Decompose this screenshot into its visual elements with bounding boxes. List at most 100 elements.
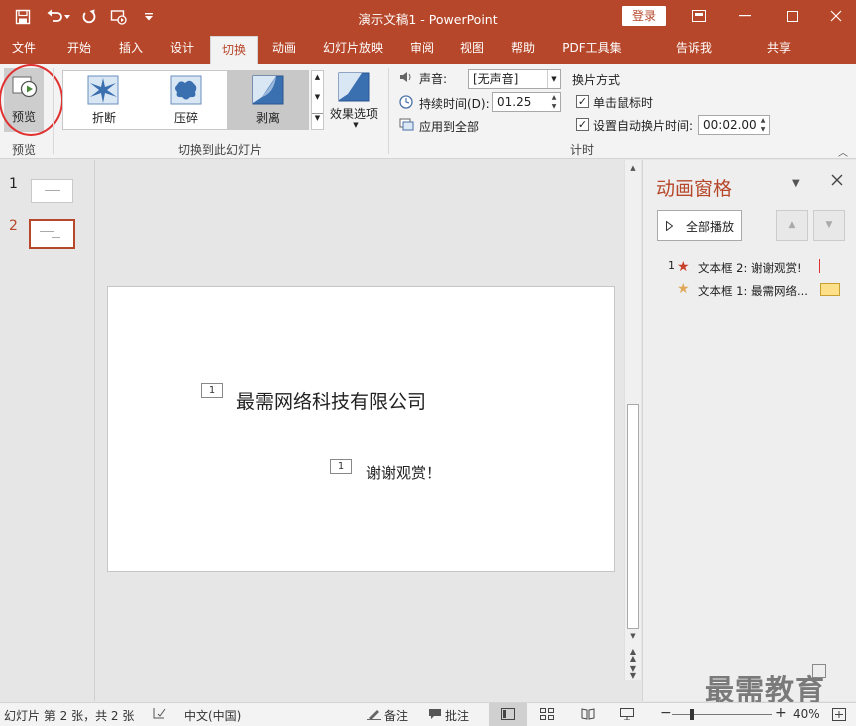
redo-icon[interactable] <box>78 7 100 27</box>
thumbnail-text-line <box>40 231 54 232</box>
gallery-up-icon[interactable]: ▲ <box>312 73 323 81</box>
notes-icon <box>367 708 381 720</box>
notes-button[interactable]: 备注 <box>384 707 408 724</box>
after-time-field[interactable]: 00:02.00 ▲ ▼ <box>698 115 770 135</box>
gallery-down-icon[interactable]: ▼ <box>312 93 323 101</box>
transition-crush[interactable]: 压碎 <box>145 71 227 129</box>
slideshow-view-icon[interactable] <box>620 708 634 720</box>
close-icon[interactable] <box>816 3 856 29</box>
duration-label: 持续时间(D): <box>419 97 490 111</box>
tab-animations[interactable]: 动画 <box>262 34 306 64</box>
on-click-checkbox[interactable]: ✓ <box>576 95 589 108</box>
transitions-group-label: 切换到此幻灯片 <box>177 143 262 157</box>
tab-insert[interactable]: 插入 <box>109 34 153 64</box>
tab-review[interactable]: 审阅 <box>400 34 444 64</box>
save-icon[interactable] <box>12 7 34 27</box>
tab-design[interactable]: 设计 <box>160 34 204 64</box>
sound-dropdown-icon[interactable]: ▼ <box>547 70 560 88</box>
star-entrance-icon: ★ <box>677 281 690 297</box>
apply-to-all-button[interactable]: 应用到全部 <box>419 118 479 135</box>
next-slide-icon[interactable]: ▼ ▼ <box>626 665 640 680</box>
slide-text-company[interactable]: 最需网络科技有限公司 <box>236 387 426 414</box>
language-indicator[interactable]: 中文(中国) <box>184 707 241 724</box>
zoom-out-button[interactable]: − <box>660 705 672 721</box>
scroll-down-icon[interactable]: ▼ <box>626 632 640 640</box>
collapse-ribbon-icon[interactable]: ︿ <box>838 144 848 159</box>
pane-close-icon[interactable] <box>831 174 843 186</box>
tell-me-search[interactable]: 告诉我 <box>670 34 718 64</box>
zoom-slider-thumb[interactable] <box>690 709 694 720</box>
fit-slide-icon[interactable] <box>832 708 846 721</box>
previous-slide-icon[interactable]: ▲ ▲ <box>626 648 640 663</box>
customize-icon[interactable] <box>138 7 160 27</box>
gallery-more-icon[interactable]: ▼ <box>312 113 323 122</box>
maximize-icon[interactable] <box>772 3 812 29</box>
effect-options-button[interactable]: 效果选项 ▼ <box>327 68 381 134</box>
slide-thumbnail[interactable] <box>31 179 73 203</box>
scrollbar-thumb[interactable] <box>627 404 639 629</box>
play-all-label: 全部播放 <box>686 220 735 234</box>
animation-list-item[interactable]: 1 ★ 文本框 2: 谢谢观赏! <box>643 257 856 279</box>
sound-value: [无声音] <box>473 72 519 86</box>
play-all-button[interactable]: 全部播放 <box>657 210 742 241</box>
vertical-scrollbar[interactable]: ▲ ▼ ▲ ▲ ▼ ▼ <box>624 160 641 680</box>
fit-to-window-icon[interactable] <box>812 664 826 678</box>
after-label: 设置自动换片时间: <box>593 119 694 133</box>
tab-slideshow[interactable]: 幻灯片放映 <box>317 34 389 64</box>
duration-spinner[interactable]: ▲ ▼ <box>548 93 560 111</box>
apply-all-icon <box>399 118 415 132</box>
zoom-in-button[interactable]: + <box>775 705 787 721</box>
tab-home[interactable]: 开始 <box>57 34 101 64</box>
timeline-bar <box>820 283 840 296</box>
transition-break[interactable]: 折断 <box>63 71 145 129</box>
crush-transition-icon <box>170 75 202 105</box>
undo-dropdown-icon[interactable] <box>62 7 72 27</box>
break-transition-icon <box>87 75 119 105</box>
after-time-spinner[interactable]: ▲ ▼ <box>757 116 769 134</box>
spell-check-icon[interactable] <box>152 706 166 720</box>
animation-order-tag[interactable]: 1 <box>330 459 352 474</box>
tab-help[interactable]: 帮助 <box>501 34 545 64</box>
zoom-level[interactable]: 40% <box>793 707 820 721</box>
login-button[interactable]: 登录 <box>622 6 666 26</box>
duration-value: 01.25 <box>497 95 532 109</box>
star-entrance-icon: ★ <box>677 259 690 275</box>
start-from-beginning-icon[interactable] <box>108 7 130 27</box>
group-divider <box>388 68 389 154</box>
normal-view-button[interactable] <box>489 703 527 726</box>
reading-view-icon[interactable] <box>581 708 595 720</box>
tab-transitions[interactable]: 切换 <box>210 36 258 64</box>
sound-select[interactable]: [无声音] ▼ <box>468 69 561 89</box>
zoom-slider[interactable] <box>672 714 772 715</box>
advance-slide-title: 换片方式 <box>572 73 621 87</box>
minimize-icon[interactable] <box>725 3 765 29</box>
after-checkbox[interactable]: ✓ <box>576 118 589 131</box>
play-icon <box>666 221 673 231</box>
slide-text-thanks[interactable]: 谢谢观赏！ <box>366 462 441 483</box>
transition-peel-off[interactable]: 剥离 <box>227 71 309 129</box>
effect-options-label: 效果选项 <box>329 107 378 121</box>
slide-thumbnail-selected[interactable] <box>29 219 75 249</box>
slide-number: 1 <box>9 176 18 192</box>
slides-panel: 1 2 <box>0 160 95 701</box>
preview-group-label: 预览 <box>11 143 36 157</box>
duration-field[interactable]: 01.25 ▲ ▼ <box>492 92 561 112</box>
tab-pdf-tools[interactable]: PDF工具集 <box>558 34 626 64</box>
comments-button[interactable]: 批注 <box>445 707 469 724</box>
ribbon-panel: 预览 预览 折断 压碎 剥离 ▲ ▼ ▼ 效果选项 ▼ 切换到此幻灯片 声音: … <box>0 64 856 159</box>
move-down-icon[interactable]: ▼ <box>813 210 845 241</box>
animation-order-tag[interactable]: 1 <box>201 383 223 398</box>
tab-view[interactable]: 视图 <box>450 34 494 64</box>
pane-options-dropdown-icon[interactable]: ▼ <box>792 178 800 189</box>
ribbon-display-options-icon[interactable] <box>679 3 719 29</box>
after-time-value: 00:02.00 <box>703 118 757 132</box>
share-button[interactable]: 共享 <box>762 34 796 64</box>
animation-list-item[interactable]: ★ 文本框 1: 最需网络... <box>643 280 856 302</box>
slide-canvas[interactable]: 1 最需网络科技有限公司 1 谢谢观赏！ <box>107 286 615 572</box>
slide-sorter-icon[interactable] <box>540 708 554 720</box>
scroll-up-icon[interactable]: ▲ <box>626 164 640 172</box>
tab-file[interactable]: 文件 <box>4 34 44 64</box>
peel-off-transition-icon <box>252 75 284 105</box>
animation-item-label: 文本框 2: 谢谢观赏! <box>698 261 802 275</box>
move-up-icon[interactable]: ▲ <box>776 210 808 241</box>
